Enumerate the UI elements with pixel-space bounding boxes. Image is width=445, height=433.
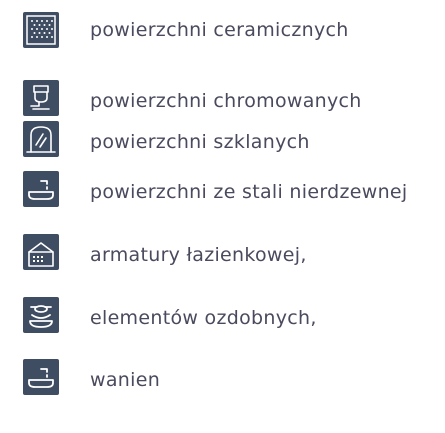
decor-icon — [23, 297, 59, 333]
tile-pattern-icon — [23, 12, 59, 48]
list-item: armatury łazienkowej, — [0, 230, 445, 280]
list-item: powierzchni ceramicznych — [0, 0, 445, 50]
list-item-label: powierzchni chromowanych — [90, 90, 362, 112]
list-item: wanien — [0, 352, 445, 402]
faucet-icon — [23, 80, 59, 116]
list-item-label: armatury łazienkowej, — [90, 244, 307, 266]
list-item: powierzchni szklanych — [0, 114, 445, 164]
glass-shower-icon — [23, 121, 59, 157]
list-item-label: wanien — [90, 369, 161, 391]
list-item: powierzchni chromowanych — [0, 70, 445, 120]
cleaning-surfaces-list: powierzchni ceramicznych powierzchni chr… — [0, 0, 445, 433]
list-item-label: powierzchni szklanych — [90, 131, 310, 153]
bathtub-icon — [23, 359, 59, 395]
list-item-label: powierzchni ceramicznych — [90, 19, 349, 41]
list-item-label: powierzchni ze stali nierdzewnej — [90, 181, 408, 203]
list-item-label: elementów ozdobnych, — [90, 307, 317, 329]
list-item: elementów ozdobnych, — [0, 292, 445, 342]
list-item: powierzchni ze stali nierdzewnej — [0, 166, 445, 216]
bathroom-fixtures-icon — [23, 234, 59, 270]
sink-tap-icon — [23, 171, 59, 207]
